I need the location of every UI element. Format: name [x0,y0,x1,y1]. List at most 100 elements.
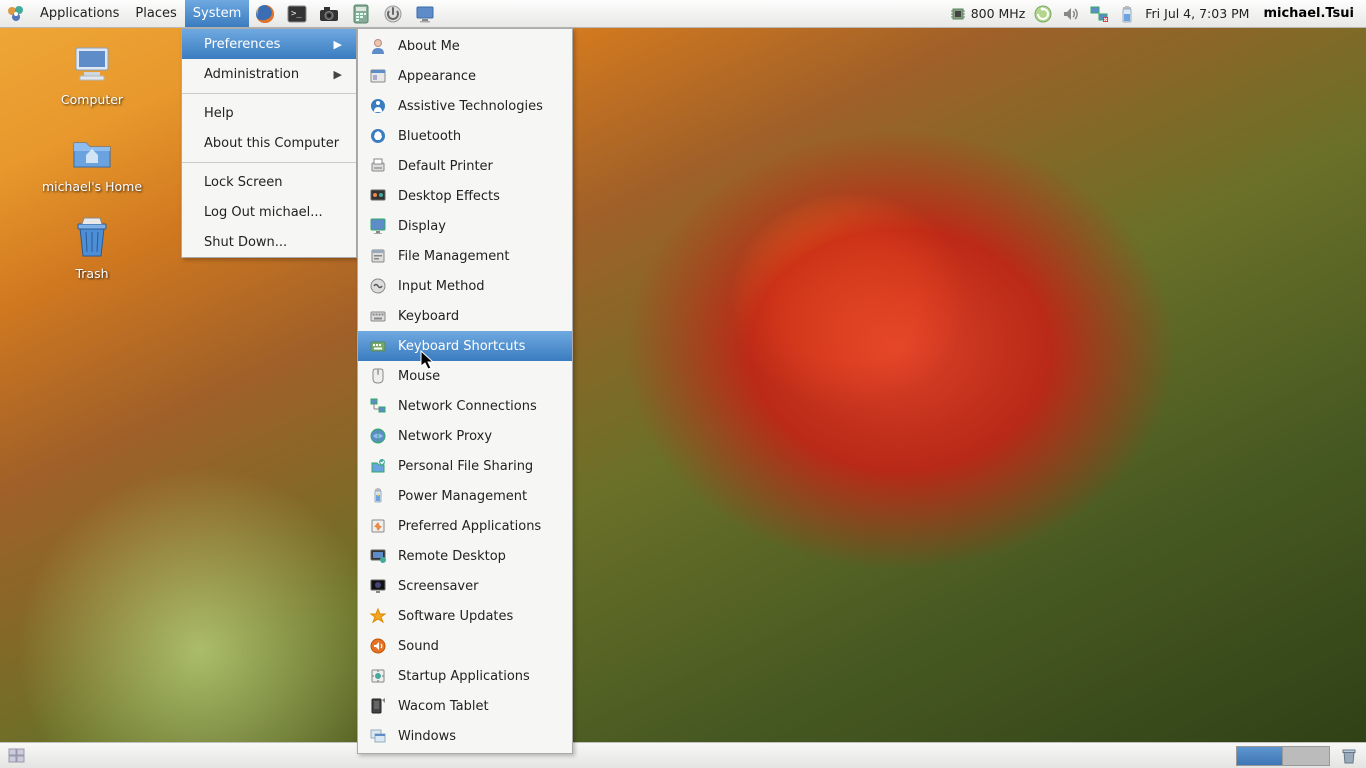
prefs-item-default-printer[interactable]: Default Printer [358,151,572,181]
volume-tray-icon[interactable] [1061,4,1081,24]
prefs-item-startup-applications[interactable]: Startup Applications [358,661,572,691]
mouse-icon [368,366,388,386]
system-menu-logout[interactable]: Log Out michael... [182,197,356,227]
menu-places[interactable]: Places [127,0,184,27]
menu-label: Applications [40,6,119,21]
prefs-item-remote-desktop[interactable]: Remote Desktop [358,541,572,571]
prefs-item-label: Input Method [398,279,485,294]
workspace-2[interactable] [1283,747,1329,765]
workspace-1[interactable] [1237,747,1283,765]
prefs-item-input-method[interactable]: Input Method [358,271,572,301]
preferences-submenu: About Me Appearance Assistive Technologies… [357,28,573,754]
prefs-item-personal-file-sharing[interactable]: Personal File Sharing [358,451,572,481]
menu-item-label: Lock Screen [204,175,282,190]
camera-launcher-icon[interactable] [317,2,341,26]
prefs-item-keyboard-shortcuts[interactable]: Keyboard Shortcuts [358,331,572,361]
prefs-item-assistive-technologies[interactable]: Assistive Technologies [358,91,572,121]
prefs-item-label: Appearance [398,69,476,84]
prefs-item-display[interactable]: Display [358,211,572,241]
panel-left: Applications Places System >_ [0,0,441,27]
system-menu-help[interactable]: Help [182,98,356,128]
prefs-item-wacom-tablet[interactable]: Wacom Tablet [358,691,572,721]
trash-icon [68,214,116,262]
desktop-icon-label: michael's Home [42,179,142,194]
battery-tray-icon[interactable] [1117,4,1137,24]
cpu-chip-icon [948,4,968,24]
prefs-item-sound[interactable]: Sound [358,631,572,661]
clock-applet[interactable]: Fri Jul 4, 7:03 PM [1145,6,1249,21]
prefs-item-label: Keyboard Shortcuts [398,339,525,354]
distro-logo-icon[interactable] [4,2,28,26]
prefs-item-label: File Management [398,249,510,264]
wacom-tablet-icon [368,696,388,716]
system-menu-shutdown[interactable]: Shut Down... [182,227,356,257]
menu-item-label: Administration [204,67,299,82]
menu-system[interactable]: System [185,0,249,27]
cpu-freq-applet[interactable]: 800 MHz [948,4,1026,24]
bluetooth-icon [368,126,388,146]
system-menu-preferences[interactable]: Preferences ▶ [182,29,356,59]
desktop-icon-trash[interactable]: Trash [32,214,152,281]
system-menu-about[interactable]: About this Computer [182,128,356,158]
prefs-item-label: Mouse [398,369,440,384]
prefs-item-label: Keyboard [398,309,459,324]
cpu-freq-label: 800 MHz [971,6,1026,21]
prefs-item-network-proxy[interactable]: Network Proxy [358,421,572,451]
startup-applications-icon [368,666,388,686]
default-printer-icon [368,156,388,176]
prefs-item-windows[interactable]: Windows [358,721,572,751]
power-launcher-icon[interactable] [381,2,405,26]
menu-item-label: Preferences [204,37,280,52]
panel-trash-icon[interactable] [1338,745,1360,767]
network-proxy-icon [368,426,388,446]
bottom-panel [0,742,1366,768]
prefs-item-network-connections[interactable]: Network Connections [358,391,572,421]
prefs-item-file-management[interactable]: File Management [358,241,572,271]
prefs-item-about-me[interactable]: About Me [358,31,572,61]
prefs-item-screensaver[interactable]: Screensaver [358,571,572,601]
system-menu-lock[interactable]: Lock Screen [182,167,356,197]
menu-applications[interactable]: Applications [32,0,127,27]
prefs-item-mouse[interactable]: Mouse [358,361,572,391]
prefs-item-preferred-applications[interactable]: Preferred Applications [358,511,572,541]
user-menu[interactable]: michael.Tsui [1257,6,1360,21]
prefs-item-label: Personal File Sharing [398,459,533,474]
prefs-item-label: Network Proxy [398,429,492,444]
prefs-item-label: Bluetooth [398,129,461,144]
desktop-icon-home[interactable]: michael's Home [32,127,152,194]
keyboard-shortcuts-icon [368,336,388,356]
prefs-item-software-updates[interactable]: Software Updates [358,601,572,631]
windows-icon [368,726,388,746]
prefs-item-label: About Me [398,39,460,54]
menu-item-label: Log Out michael... [204,205,323,220]
prefs-item-keyboard[interactable]: Keyboard [358,301,572,331]
desktop-icon-label: Computer [61,92,123,107]
update-tray-icon[interactable] [1033,4,1053,24]
firefox-launcher-icon[interactable] [253,2,277,26]
file-management-icon [368,246,388,266]
desktop-icon-label: Trash [75,266,108,281]
prefs-item-bluetooth[interactable]: Bluetooth [358,121,572,151]
prefs-item-label: Startup Applications [398,669,530,684]
prefs-item-desktop-effects[interactable]: Desktop Effects [358,181,572,211]
keyboard-icon [368,306,388,326]
terminal-launcher-icon[interactable]: >_ [285,2,309,26]
personal-file-sharing-icon [368,456,388,476]
system-menu-administration[interactable]: Administration ▶ [182,59,356,89]
network-connections-icon [368,396,388,416]
prefs-item-label: Display [398,219,446,234]
prefs-item-appearance[interactable]: Appearance [358,61,572,91]
chevron-right-icon: ▶ [334,68,342,81]
monitor-launcher-icon[interactable] [413,2,437,26]
prefs-item-label: Software Updates [398,609,513,624]
prefs-item-label: Sound [398,639,439,654]
power-management-icon [368,486,388,506]
show-desktop-button[interactable] [6,746,28,766]
network-tray-icon[interactable] [1089,4,1109,24]
calculator-launcher-icon[interactable] [349,2,373,26]
menu-separator [182,93,356,94]
desktop-icon-computer[interactable]: Computer [32,40,152,107]
top-panel: Applications Places System >_ 800 MHz [0,0,1366,28]
workspace-switcher[interactable] [1236,746,1330,766]
prefs-item-power-management[interactable]: Power Management [358,481,572,511]
